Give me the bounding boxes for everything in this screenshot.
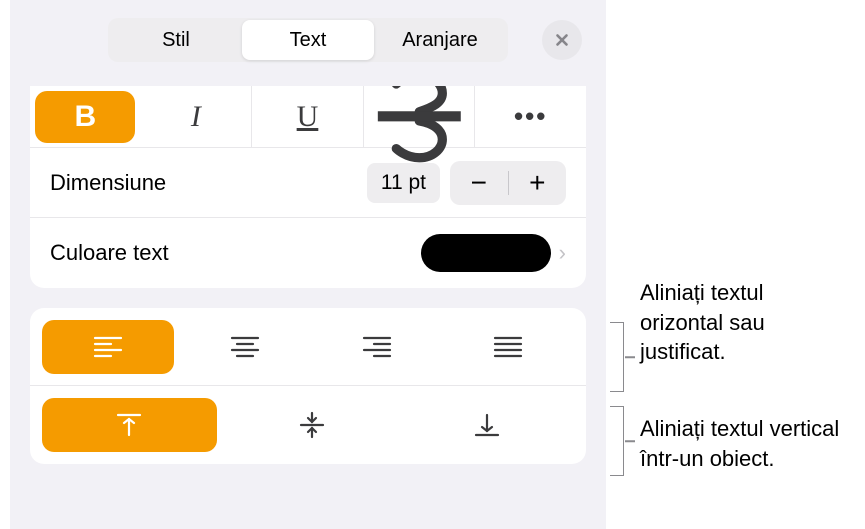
align-center-button[interactable] [180, 320, 312, 374]
callout-bracket-vertical [610, 406, 624, 476]
size-increase-button[interactable]: + [509, 161, 567, 205]
align-center-icon [230, 335, 260, 359]
valign-middle-button[interactable] [225, 398, 400, 452]
valign-bottom-icon [473, 411, 501, 439]
align-left-button[interactable] [42, 320, 174, 374]
align-left-icon [93, 335, 123, 359]
alignment-section [30, 308, 586, 464]
text-color-swatch[interactable] [421, 234, 551, 272]
close-button[interactable] [542, 20, 582, 60]
callout-horizontal-align: Aliniați textul orizontal sau justificat… [640, 278, 850, 367]
bold-button[interactable]: B [30, 86, 141, 147]
format-panel: Stil Text Aranjare B I U [10, 0, 606, 529]
valign-top-button[interactable] [42, 398, 217, 452]
chevron-right-icon: › [559, 240, 566, 266]
valign-top-icon [115, 411, 143, 439]
font-size-row: Dimensiune 11 pt − + [30, 148, 586, 218]
size-label: Dimensiune [50, 170, 367, 196]
valign-bottom-button[interactable] [399, 398, 574, 452]
strikethrough-button[interactable] [364, 86, 476, 147]
callout-vertical-align: Aliniați textul vertical într-un obiect. [640, 414, 850, 473]
font-style-row: B I U ••• [30, 86, 586, 148]
bold-icon: B [35, 91, 135, 143]
tab-style[interactable]: Stil [110, 20, 242, 60]
strikethrough-icon [364, 86, 475, 172]
tab-arrange[interactable]: Aranjare [374, 20, 506, 60]
valign-middle-icon [298, 411, 326, 439]
callout-bracket-horizontal [610, 322, 624, 392]
align-justify-button[interactable] [443, 320, 575, 374]
italic-button[interactable]: I [141, 86, 253, 147]
align-justify-icon [493, 335, 523, 359]
segmented-control: Stil Text Aranjare [108, 18, 508, 62]
text-color-label: Culoare text [50, 240, 421, 266]
underline-button[interactable]: U [252, 86, 364, 147]
vertical-align-row [30, 386, 586, 464]
close-icon [553, 31, 571, 49]
horizontal-align-row [30, 308, 586, 386]
align-right-icon [362, 335, 392, 359]
underline-icon: U [297, 100, 319, 134]
more-options-button[interactable]: ••• [475, 86, 586, 147]
text-style-section: B I U ••• Dimensiune 11 pt [30, 86, 586, 288]
more-icon: ••• [514, 101, 547, 132]
text-color-row[interactable]: Culoare text › [30, 218, 586, 288]
tab-bar: Stil Text Aranjare [10, 0, 606, 72]
align-right-button[interactable] [311, 320, 443, 374]
italic-icon: I [191, 100, 201, 134]
tab-text[interactable]: Text [242, 20, 374, 60]
